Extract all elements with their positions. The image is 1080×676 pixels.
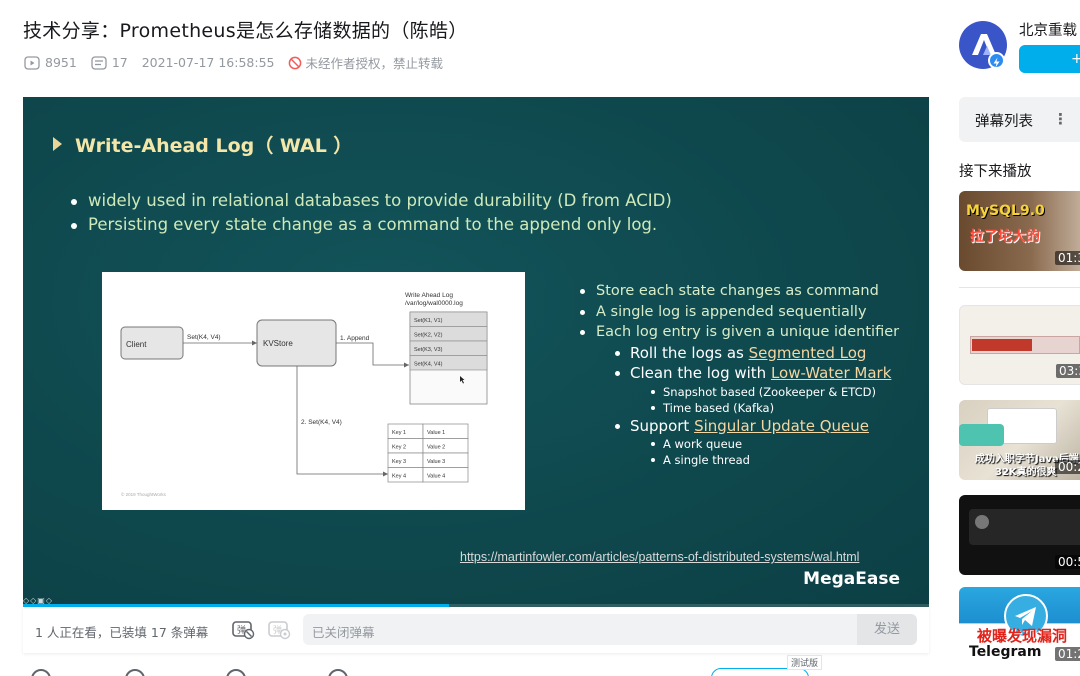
diagram-wal-path: /var/log/wal0000.log [405,300,463,307]
like-icon[interactable] [31,669,51,676]
right-list-subsubitem: Snapshot based (Zookeeper & ETCD) [578,384,899,400]
danmaku-input[interactable]: 已关闭弹幕 [303,614,857,645]
slide-title: Write-Ahead Log（ WAL ） [75,135,353,157]
danmaku-off-icon: 弹 [232,621,255,640]
video-title: 技术分享：Prometheus是怎么存储数据的（陈皓） [23,20,468,42]
video-thumbnail[interactable]: MySQL9.0 拉了坨大的 01:3 [959,191,1080,271]
diagram-table-key: Key 4 [392,474,406,480]
coin-icon[interactable] [125,669,145,676]
video-thumbnail[interactable]: 00:5 [959,495,1080,575]
up-next-label: 接下来播放 [959,164,1032,180]
publish-time: 2021-07-17 16:58:55 [141,55,275,70]
uploader-name[interactable]: 北京重载 [1019,19,1077,40]
send-button[interactable]: 发送 [857,614,917,645]
thumbnail-title: MySQL9.0 [966,203,1045,219]
danmaku-bar: 1 人正在看，已装填 17 条弹幕 弹 弹 已关闭弹幕 发送 [23,607,929,653]
view-count: 8951 [24,55,77,70]
video-thumbnail[interactable]: 被曝发现漏洞 Telegram 01:2 [959,587,1080,667]
thumbnail-duration: 03:3 [1056,364,1080,378]
diagram-table-value: Value 3 [427,459,445,465]
slide-bullet: Persisting every state change as a comma… [71,213,672,237]
copyright-notice: 未经作者授权，禁止转载 [288,53,443,72]
danmaku-list-label: 弹幕列表 [975,114,1033,130]
danmaku-settings-icon: 弹 [268,621,291,640]
thumbnail-hand [959,424,1004,446]
diagram-wal-entry: Set(K3, V3) [414,347,443,353]
video-player[interactable]: Write-Ahead Log（ WAL ） widely used in re… [23,97,929,607]
slide-bullets: widely used in relational databases to p… [71,189,672,237]
clean-prefix: Clean the log with [630,364,771,382]
diagram-append: 1. Append [340,335,370,342]
roll-prefix: Roll the logs as [630,343,749,362]
thumbnail-avatar [975,515,989,529]
thumbnail-duration: 00:5 [1055,555,1080,569]
verified-badge-icon [988,52,1005,69]
action-toolbar [23,665,929,676]
diagram-table-key: Key 3 [392,459,406,465]
diagram-table-key: Key 1 [392,430,406,436]
diagram-table-value: Value 4 [427,474,445,480]
video-thumbnail[interactable]: 成功入职字节Java后端 32K真的很爽 00:2 [959,400,1080,480]
right-list-subitem: Roll the logs as Segmented Log [578,343,899,364]
play-count-icon [24,55,40,70]
danmaku-count: 17 [91,55,128,70]
diagram-client: Client [126,340,147,349]
thumbnail-subtitle: Telegram [969,644,1042,660]
copyright-notice-text: 未经作者授权，禁止转载 [305,56,443,71]
share-icon[interactable] [328,669,348,676]
right-list-subsubitem: Time based (Kafka) [578,400,899,416]
viewer-status: 1 人正在看，已装填 17 条弹幕 [35,625,209,640]
diagram-kvstore: KVStore [263,339,293,348]
singular-update-queue-link: Singular Update Queue [694,416,869,435]
slide-title-arrow-icon [53,137,62,151]
no-repost-icon [289,56,302,69]
right-list-subitem: Support Singular Update Queue [578,416,899,437]
follow-button[interactable]: + [1019,45,1080,73]
more-options-icon[interactable]: ⋮ [1053,110,1068,128]
thumbnail-subtitle: 拉了坨大的 [970,229,1040,245]
diagram-wal-entry: Set(K4, V4) [414,362,443,368]
diagram-table-value: Value 2 [427,445,445,451]
right-list-item: A single log is appended sequentially [578,302,899,323]
thumbnail-duration: 01:3 [1055,251,1080,265]
danmaku-count-icon [91,55,107,70]
danmaku-count-value: 17 [111,55,128,70]
diagram-table-key: Key 2 [392,445,406,451]
diagram-set-label: Set(K4, V4) [187,334,221,341]
segmented-log-link: Segmented Log [748,343,867,362]
diagram-wal-entry: Set(K2, V2) [414,333,443,339]
support-prefix: Support [630,416,695,435]
danmaku-settings-button[interactable]: 弹 [267,618,291,644]
view-count-value: 8951 [45,55,77,70]
diagram-wal-title: Write Ahead Log [405,292,453,299]
thumbnail-title: 被曝发现漏洞 [977,627,1068,645]
diagram-wal-entry: Set(K1, V1) [414,318,443,324]
video-thumbnail[interactable]: 03:3 [959,305,1080,385]
thumbnail-duration: 01:2 [1055,647,1080,661]
slide-bullet: widely used in relational databases to p… [71,189,672,213]
wal-diagram: Client Set(K4, V4) KVStore 1. Append Wri… [102,272,525,510]
thumbnail-duration: 00:2 [1055,460,1080,474]
right-list-item: Each log entry is given a unique identif… [578,322,899,343]
slide-right-list: Store each state changes as command A si… [578,281,899,468]
right-list-subsubitem: A single thread [578,452,899,468]
source-url: https://martinfowler.com/articles/patter… [460,550,860,564]
video-meta: 8951 17 2021-07-17 16:58:55 未经作者授权，禁止转载 [24,53,443,72]
thumbnail-subtitle: 32K真的很爽 [995,467,1057,478]
thumbnail-disk-fill [972,339,1032,351]
right-list-subsubitem: A work queue [578,436,899,452]
right-list-item: Store each state changes as command [578,281,899,302]
right-list-subitem: Clean the log with Low-Water Mark [578,363,899,384]
diagram-set-step: 2. Set(K4, V4) [301,419,342,426]
brand-logo: MegaEase [803,569,900,589]
danmaku-list-header[interactable]: 弹幕列表 ⋮ [959,97,1080,142]
divider [959,287,1080,288]
danmaku-toggle-button[interactable]: 弹 [231,618,255,644]
favorite-icon[interactable] [226,669,246,676]
diagram-copyright: © 2019 ThoughtWorks [121,491,167,497]
diagram-table-value: Value 1 [427,430,445,436]
low-water-mark-link: Low-Water Mark [770,364,892,382]
